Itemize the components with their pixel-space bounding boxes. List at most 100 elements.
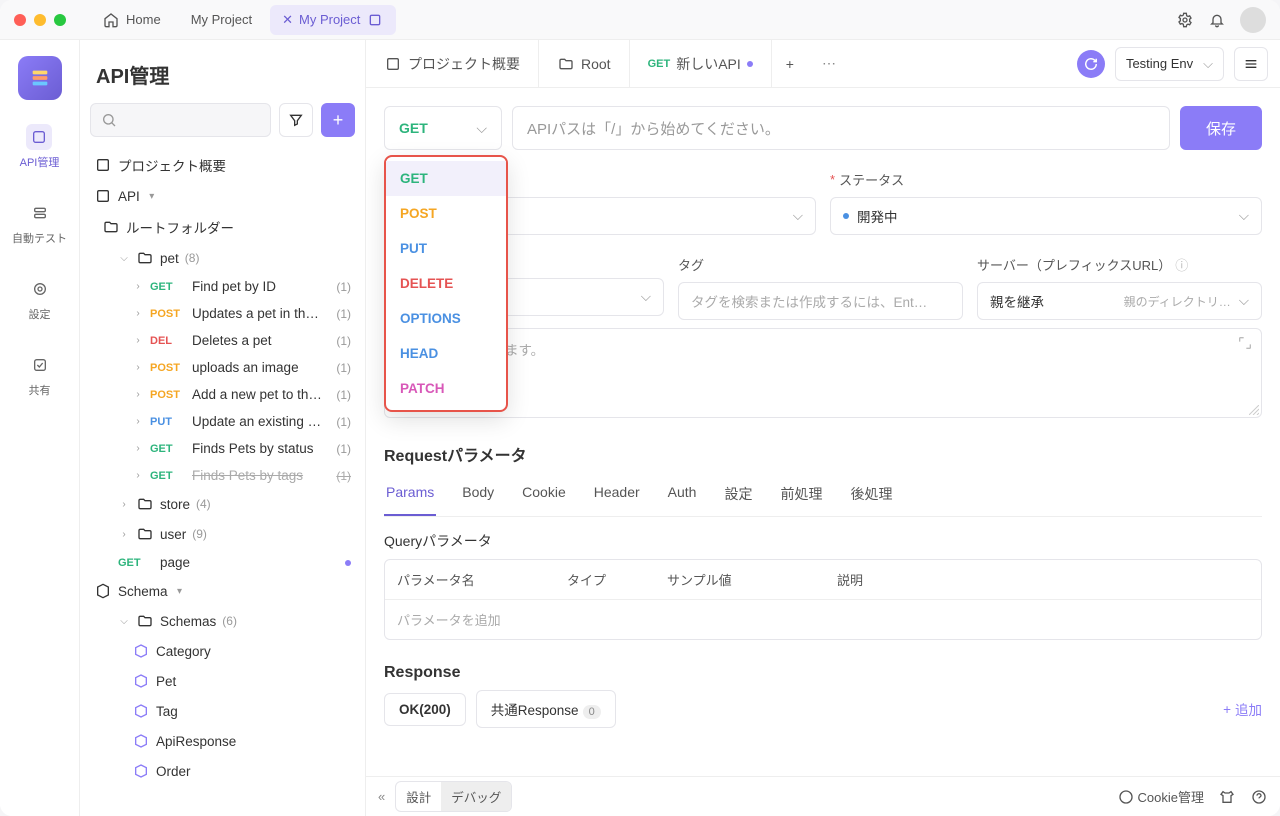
param-table-header: パラメータ名タイプサンプル値説明 <box>385 560 1261 600</box>
tree-label: Deletes a pet <box>192 333 330 348</box>
tree-label: Update an existing … <box>192 414 330 429</box>
tree-schemas-folder[interactable]: ⌵ Schemas (6) <box>90 606 355 636</box>
tree-api-item[interactable]: › PUT Update an existing … (1) <box>90 408 355 435</box>
subtab-6[interactable]: 前処理 <box>778 474 824 516</box>
subtab-2[interactable]: Cookie <box>520 474 568 516</box>
subtab-5[interactable]: 設定 <box>722 474 754 516</box>
method-option-patch[interactable]: PATCH <box>386 371 506 406</box>
tree-schema-item[interactable]: ApiResponse <box>90 726 355 756</box>
tree-label: store <box>160 497 190 512</box>
window-controls[interactable] <box>14 14 66 26</box>
tab-new-api[interactable]: GET 新しいAPI <box>630 40 772 87</box>
tree-schema-item[interactable]: Category <box>90 636 355 666</box>
tree-schema-item[interactable]: Pet <box>90 666 355 696</box>
tree-api-item[interactable]: › POST Updates a pet in th… (1) <box>90 300 355 327</box>
bell-icon[interactable] <box>1208 11 1226 29</box>
tree-user-folder[interactable]: › user (9) <box>90 519 355 549</box>
subtab-1[interactable]: Body <box>460 474 496 516</box>
method-select[interactable]: GET ⌵ GETPOSTPUTDELETEOPTIONSHEADPATCH <box>384 106 502 150</box>
collapse-icon[interactable]: « <box>378 789 385 804</box>
subtab-4[interactable]: Auth <box>666 474 699 516</box>
method-option-delete[interactable]: DELETE <box>386 266 506 301</box>
tree-root-folder[interactable]: ルートフォルダー <box>90 211 355 243</box>
tree-label: Schema <box>118 584 168 599</box>
cube-icon <box>132 642 150 660</box>
method-option-options[interactable]: OPTIONS <box>386 301 506 336</box>
tree-schema-item[interactable]: Tag <box>90 696 355 726</box>
tree-api[interactable]: API ▾ <box>90 181 355 211</box>
shirt-icon[interactable] <box>1218 788 1236 806</box>
help-icon[interactable]: ⓘ <box>1175 255 1188 274</box>
search-input[interactable] <box>90 103 271 137</box>
add-button[interactable]: + <box>321 103 355 137</box>
gear-icon[interactable] <box>1176 11 1194 29</box>
tree-page-api[interactable]: GET page <box>90 549 355 576</box>
tree-api-item[interactable]: › POST uploads an image (1) <box>90 354 355 381</box>
tree-pet-folder[interactable]: ⌵ pet (8) <box>90 243 355 273</box>
tab-overview[interactable]: プロジェクト概要 <box>366 40 539 87</box>
field-value: 親を継承 <box>990 291 1044 311</box>
description-textarea[interactable]: マットが使用できます。 <box>384 328 1262 418</box>
tree-schema-item[interactable]: Order <box>90 756 355 786</box>
app-logo <box>18 56 62 100</box>
project-tab-2[interactable]: ✕ My Project <box>270 5 396 35</box>
mode-design[interactable]: 設計 <box>396 782 441 811</box>
mode-debug[interactable]: デバッグ <box>441 782 511 811</box>
field-label: サーバー（プレフィックスURL） <box>977 255 1171 274</box>
rail-settings[interactable]: 設定 <box>21 270 59 328</box>
refresh-icon[interactable] <box>1077 50 1105 78</box>
chevron-right-icon: › <box>132 362 144 373</box>
tab-more-icon[interactable]: ⋯ <box>808 55 850 72</box>
url-input[interactable]: APIパスは「/」から始めてください。 <box>512 106 1170 150</box>
server-select[interactable]: 親を継承 親のディレクトリ… ⌵ <box>977 282 1262 320</box>
resize-handle-icon[interactable] <box>1249 405 1259 415</box>
method-option-head[interactable]: HEAD <box>386 336 506 371</box>
rail-autotest[interactable]: 自動テスト <box>6 194 73 252</box>
tree-api-item[interactable]: › GET Finds Pets by tags (1) <box>90 462 355 489</box>
chevron-right-icon: › <box>132 308 144 319</box>
save-button[interactable]: 保存 <box>1180 106 1262 150</box>
add-response-button[interactable]: + 追加 <box>1223 699 1262 719</box>
method-option-get[interactable]: GET <box>386 161 506 196</box>
rail-api[interactable]: API管理 <box>14 118 66 176</box>
tab-root[interactable]: Root <box>539 40 630 87</box>
avatar[interactable] <box>1240 7 1266 33</box>
cookie-manage[interactable]: Cookie管理 <box>1118 787 1204 806</box>
subtab-3[interactable]: Header <box>592 474 642 516</box>
tree-store-folder[interactable]: › store (4) <box>90 489 355 519</box>
expand-icon[interactable] <box>1237 335 1253 354</box>
project-tab-1[interactable]: My Project <box>179 6 264 33</box>
filter-button[interactable] <box>279 103 313 137</box>
tree-api-item[interactable]: › GET Finds Pets by status (1) <box>90 435 355 462</box>
tree-api-item[interactable]: › DEL Deletes a pet (1) <box>90 327 355 354</box>
menu-button[interactable] <box>1234 47 1268 81</box>
method-option-put[interactable]: PUT <box>386 231 506 266</box>
tree-label: user <box>160 527 186 542</box>
tag-input[interactable]: タグを検索または作成するには、Ent… <box>678 282 963 320</box>
tree-schema[interactable]: Schema ▾ <box>90 576 355 606</box>
add-param-row[interactable]: パラメータを追加 <box>385 600 1261 639</box>
cube-icon <box>132 732 150 750</box>
env-select[interactable]: Testing Env ⌵ <box>1115 47 1224 81</box>
chevron-down-icon: ▾ <box>174 586 186 597</box>
tree-label: Find pet by ID <box>192 279 330 294</box>
tree-count: (1) <box>336 415 351 429</box>
tree-api-item[interactable]: › GET Find pet by ID (1) <box>90 273 355 300</box>
close-icon[interactable]: ✕ <box>282 12 293 28</box>
response-ok-chip[interactable]: OK(200) <box>384 693 466 726</box>
tree-overview[interactable]: プロジェクト概要 <box>90 149 355 181</box>
status-select[interactable]: 開発中 ⌵ <box>830 197 1262 235</box>
response-common-chip[interactable]: 共通Response0 <box>476 690 616 728</box>
tab-add[interactable]: + <box>772 40 808 87</box>
method-badge: GET <box>118 557 154 569</box>
method-badge: DEL <box>150 335 186 347</box>
home-tab[interactable]: Home <box>90 5 173 35</box>
subtab-0[interactable]: Params <box>384 474 436 516</box>
subtab-7[interactable]: 後処理 <box>848 474 894 516</box>
chevron-right-icon: › <box>132 335 144 346</box>
rail-share[interactable]: 共有 <box>21 346 59 404</box>
help-icon[interactable] <box>1250 788 1268 806</box>
tree-label: プロジェクト概要 <box>118 155 226 175</box>
method-option-post[interactable]: POST <box>386 196 506 231</box>
tree-api-item[interactable]: › POST Add a new pet to th… (1) <box>90 381 355 408</box>
